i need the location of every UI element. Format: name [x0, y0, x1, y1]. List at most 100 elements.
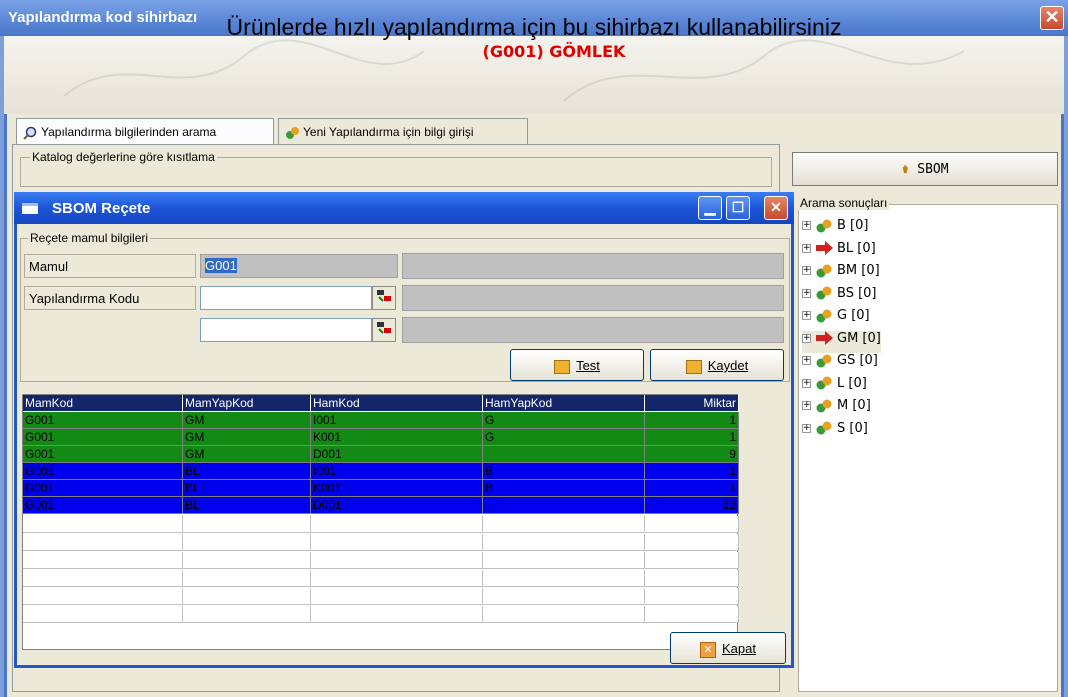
results-legend: Arama sonuçları [798, 196, 890, 210]
grid-cell [183, 606, 311, 623]
red-arrow-icon [815, 331, 833, 345]
grid-cell: I001 [311, 412, 483, 429]
grid-cell [23, 516, 183, 533]
dialog-close-button[interactable]: ✕ [764, 196, 788, 220]
grid-cell: G001 [23, 463, 183, 480]
grid-cell [311, 606, 483, 623]
sbom-button[interactable]: ⚱ SBOM [792, 152, 1058, 186]
tree-item[interactable]: + S [0] [802, 421, 868, 443]
grid-cell [645, 534, 739, 551]
grid-cell [311, 570, 483, 587]
table-row[interactable] [23, 552, 739, 569]
window-icon [22, 203, 38, 214]
grid-cell [311, 588, 483, 605]
grid-cell [311, 534, 483, 551]
grid-cell: D001 [311, 446, 483, 463]
expand-icon[interactable]: + [802, 221, 811, 230]
grid-cell: G001 [23, 446, 183, 463]
column-header: MamKod [23, 395, 183, 412]
grid-cell: 1 [645, 463, 739, 480]
tree-item[interactable]: + G [0] [802, 308, 870, 330]
table-row[interactable] [23, 516, 739, 533]
grid-cell [483, 497, 645, 514]
banner-title: Ürünlerde hızlı yapılandırma için bu sih… [226, 14, 842, 40]
tree-item[interactable]: + GS [0] [802, 353, 878, 375]
grid-header[interactable]: MamKod MamYapKod HamKod HamYapKod Miktar [23, 395, 739, 412]
grid-cell [483, 516, 645, 533]
parts-icon [815, 399, 833, 413]
lookup-icon[interactable] [372, 286, 396, 310]
expand-icon[interactable]: + [802, 288, 811, 298]
tree-item-label: S [0] [837, 420, 868, 436]
table-row[interactable]: G001 BL K001 B 1 [23, 480, 739, 497]
parts-icon [815, 421, 833, 435]
parts-icon [815, 309, 833, 323]
test-button[interactable]: Test [510, 349, 644, 381]
tab-new-config[interactable]: Yeni Yapılandırma için bilgi girişi [278, 118, 528, 144]
expand-icon[interactable]: + [802, 266, 811, 275]
yap-code-field-2[interactable] [200, 318, 372, 342]
recete-legend: Reçete mamul bilgileri [28, 231, 151, 245]
tree-item[interactable]: + M [0] [802, 398, 871, 420]
recipe-grid[interactable]: MamKod MamYapKod HamKod HamYapKod Miktar G001… [22, 394, 739, 650]
expand-icon[interactable]: + [802, 243, 811, 253]
mamul-field[interactable]: G001 [200, 254, 398, 278]
close-button-label: Kapat [722, 641, 756, 656]
tree-item-label: BS [0] [837, 285, 877, 301]
grid-cell: GM [183, 412, 311, 429]
dialog-title: SBOM Reçete [14, 192, 794, 224]
grid-cell: D001 [311, 497, 483, 514]
grid-cell: 1 [645, 412, 739, 429]
table-row[interactable]: G001 GM K001 G 1 [23, 429, 739, 446]
mamul-value: G001 [205, 258, 237, 273]
column-header: HamKod [311, 395, 483, 412]
grid-cell [645, 516, 739, 533]
table-row[interactable] [23, 588, 739, 605]
parts-icon [285, 126, 299, 140]
grid-cell: B [483, 480, 645, 497]
table-row[interactable] [23, 534, 739, 551]
close-button[interactable]: ✕ Kapat [670, 632, 786, 664]
tree-item[interactable]: + BM [0] [802, 263, 880, 285]
minimize-button[interactable]: ▁ [698, 196, 722, 220]
expand-icon[interactable]: + [802, 333, 811, 343]
table-row[interactable]: G001 GM I001 G 1 [23, 412, 739, 429]
tree-item[interactable]: + BL [0] [802, 241, 876, 263]
grid-cell: 12 [645, 497, 739, 514]
table-row[interactable] [23, 570, 739, 587]
tree-item[interactable]: + BS [0] [802, 286, 877, 308]
mamul-label: Mamul [24, 254, 196, 278]
grid-cell [483, 552, 645, 569]
grid-cell [645, 606, 739, 623]
tree-item-label: GM [0] [837, 330, 881, 346]
expand-icon[interactable]: + [802, 356, 811, 365]
expand-icon[interactable]: + [802, 423, 811, 433]
tree-item-label: GS [0] [837, 353, 878, 368]
maximize-button[interactable]: ☐ [726, 196, 750, 220]
yap-code-field-1[interactable] [200, 286, 372, 310]
sbom-button-label: SBOM [917, 162, 949, 177]
box-icon [685, 359, 702, 374]
tree-item[interactable]: + B [0] [802, 218, 868, 240]
expand-icon[interactable]: + [802, 401, 811, 410]
grid-cell [23, 552, 183, 569]
grid-cell [483, 446, 645, 463]
expand-icon[interactable]: + [802, 378, 811, 388]
tree-item[interactable]: + L [0] [802, 376, 867, 398]
grid-cell [311, 516, 483, 533]
grid-cell: 9 [645, 446, 739, 463]
tab-search[interactable]: Yapılandırma bilgilerinden arama [16, 118, 274, 144]
lookup-icon[interactable] [372, 318, 396, 342]
box-icon [554, 359, 571, 374]
grid-cell: K001 [311, 429, 483, 446]
save-button[interactable]: Kaydet [650, 349, 784, 381]
close-icon: ✕ [700, 641, 716, 658]
table-row[interactable]: G001 BL I001 B 1 [23, 463, 739, 480]
table-row[interactable] [23, 606, 739, 623]
table-row[interactable]: G001 BL D001 12 [23, 497, 739, 514]
table-row[interactable]: G001 GM D001 9 [23, 446, 739, 463]
expand-icon[interactable]: + [802, 311, 811, 320]
grid-cell: G001 [23, 480, 183, 497]
tree-item[interactable]: + GM [0] [802, 330, 881, 353]
grid-cell: G001 [23, 412, 183, 429]
